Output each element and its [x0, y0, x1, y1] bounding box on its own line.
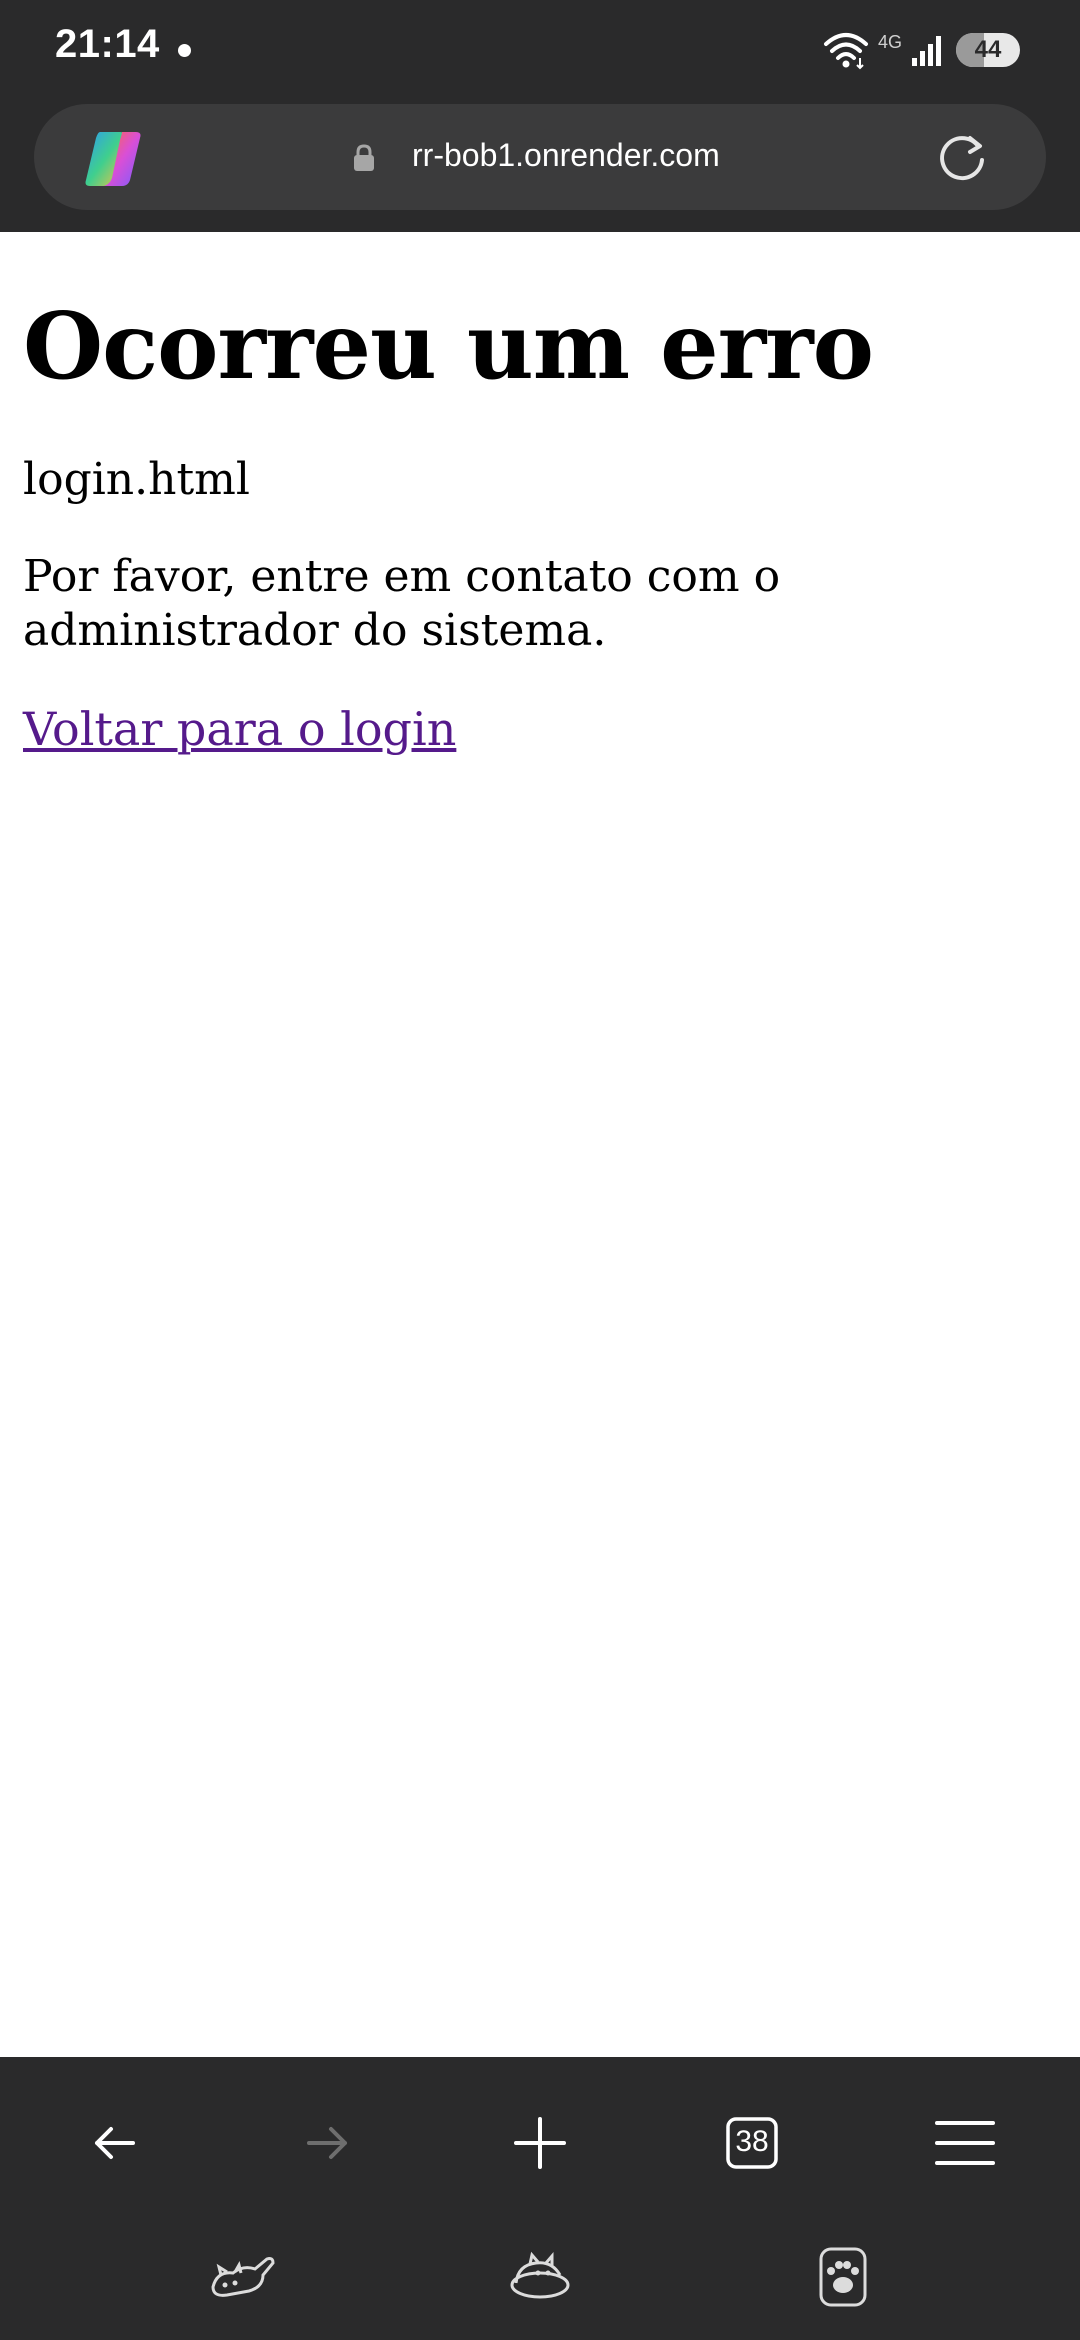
- error-detail: login.html: [23, 454, 250, 505]
- menu-icon[interactable]: [925, 2103, 1005, 2183]
- notification-dot: [178, 44, 191, 57]
- status-time: 21:14: [55, 22, 160, 66]
- browser-toolbar: rr-bob1.onrender.com: [0, 102, 1080, 232]
- network-type-label: 4G: [878, 32, 903, 52]
- back-arrow-icon[interactable]: [75, 2103, 155, 2183]
- error-message: Por favor, entre em contato com o admini…: [23, 551, 781, 656]
- tabs-icon[interactable]: 38: [712, 2103, 792, 2183]
- address-bar[interactable]: rr-bob1.onrender.com: [34, 104, 1046, 210]
- cat-bowl-icon[interactable]: [500, 2235, 580, 2315]
- new-tab-icon[interactable]: [500, 2103, 580, 2183]
- wifi-icon: [822, 30, 870, 74]
- battery-level: 44: [974, 36, 1002, 63]
- url-text[interactable]: rr-bob1.onrender.com: [412, 137, 720, 174]
- page-title: Ocorreu um erro: [23, 292, 874, 400]
- forward-arrow-icon: [287, 2103, 367, 2183]
- battery-icon: 44: [956, 33, 1020, 67]
- copilot-icon[interactable]: [80, 126, 146, 196]
- status-bar: 21:14 4G 44: [0, 0, 1080, 102]
- lock-icon: [352, 144, 376, 176]
- signal-icon: [910, 34, 944, 72]
- cat-sleeping-icon[interactable]: [203, 2235, 283, 2315]
- reload-icon[interactable]: [934, 130, 990, 190]
- bottom-navigation: 38: [0, 2057, 1080, 2340]
- back-to-login-link[interactable]: Voltar para o login: [23, 702, 456, 756]
- paw-print-icon[interactable]: [803, 2235, 883, 2315]
- tabs-count: 38: [735, 2125, 769, 2158]
